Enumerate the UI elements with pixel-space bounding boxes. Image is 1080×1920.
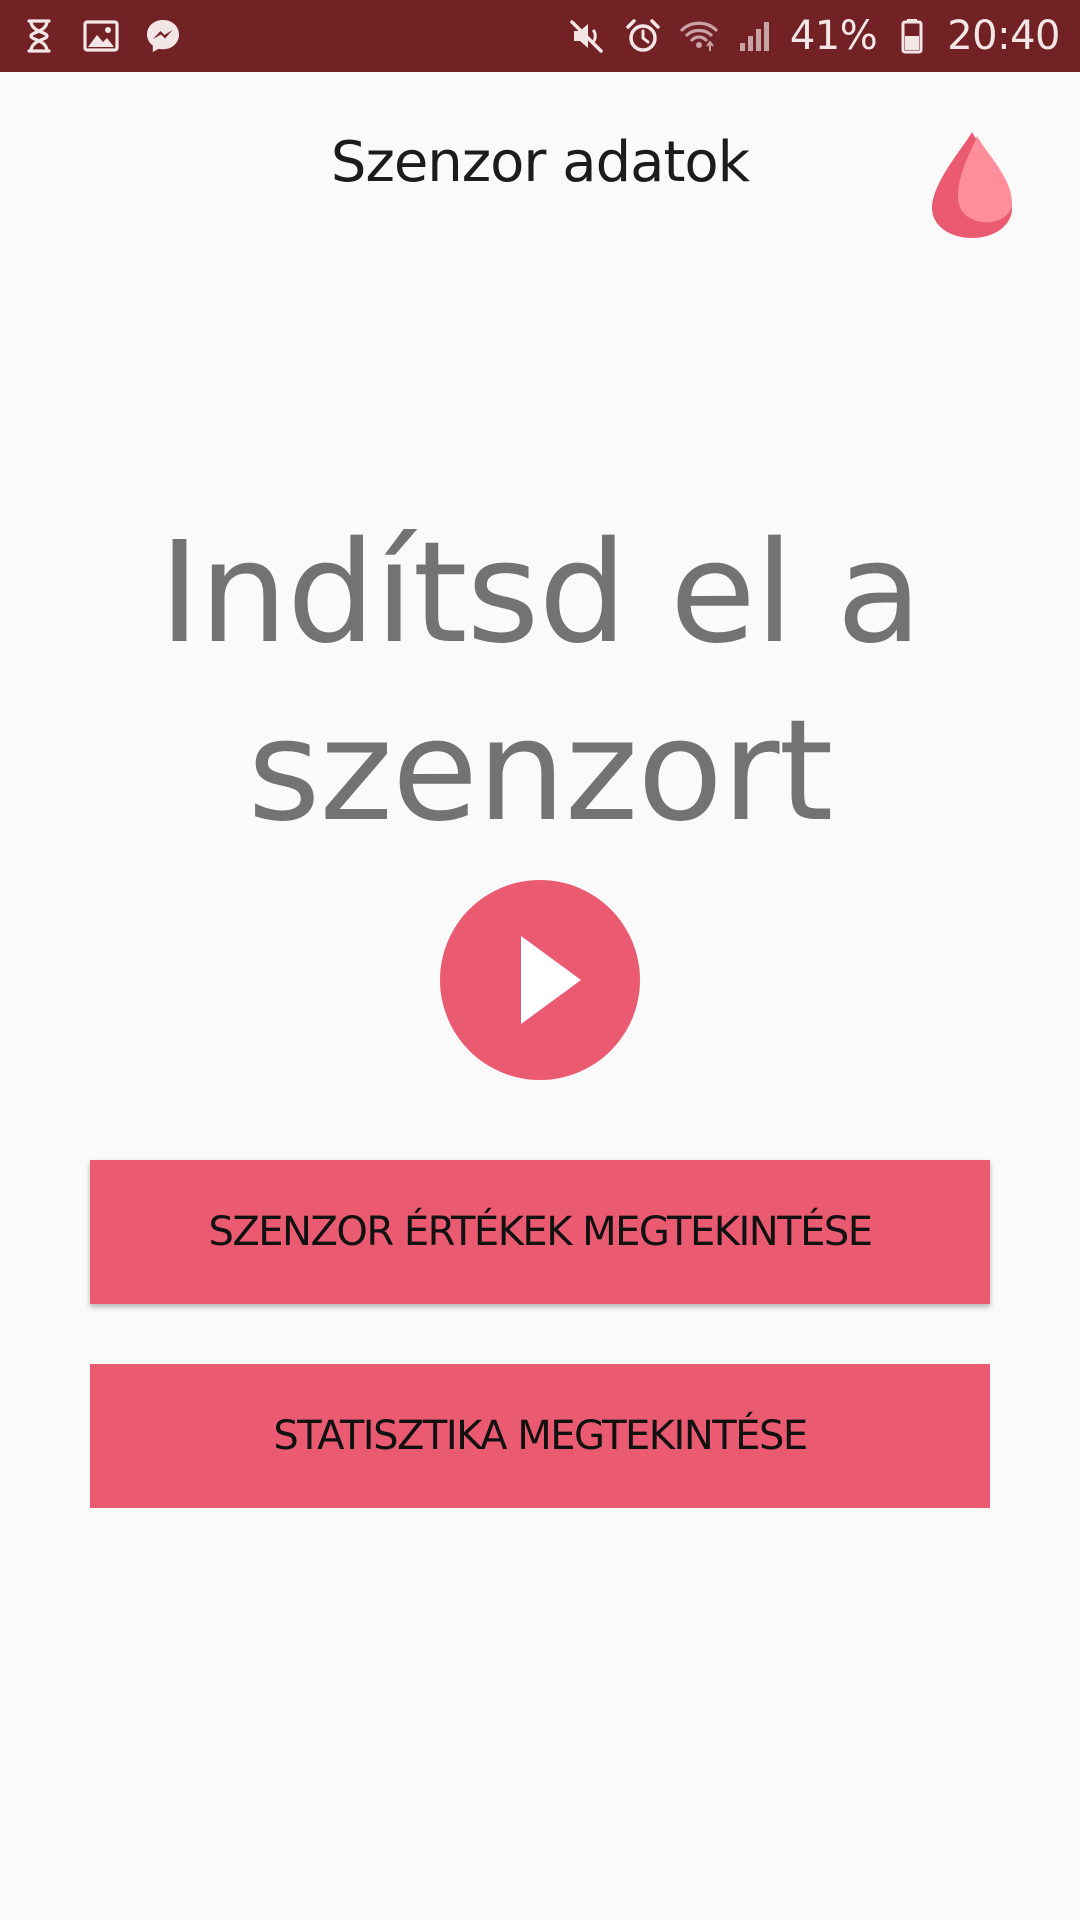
messenger-icon bbox=[142, 15, 184, 57]
view-statistics-label: STATISZTIKA MEGTEKINTÉSE bbox=[273, 1413, 808, 1459]
wifi-icon bbox=[678, 15, 720, 57]
system-icons: 41% 20:40 bbox=[566, 0, 1060, 72]
play-icon bbox=[521, 936, 581, 1024]
view-statistics-button[interactable]: STATISZTIKA MEGTEKINTÉSE bbox=[90, 1364, 990, 1508]
view-sensor-values-label: SZENZOR ÉRTÉKEK MEGTEKINTÉSE bbox=[208, 1209, 873, 1255]
view-sensor-values-button[interactable]: SZENZOR ÉRTÉKEK MEGTEKINTÉSE bbox=[90, 1160, 990, 1304]
start-sensor-button[interactable] bbox=[440, 880, 640, 1080]
headline-line-2: szenzort bbox=[247, 690, 834, 853]
alarm-icon bbox=[622, 15, 664, 57]
page-title: Szenzor adatok bbox=[330, 130, 750, 195]
gallery-icon bbox=[80, 15, 122, 57]
hourglass-icon bbox=[18, 15, 60, 57]
notification-icons bbox=[18, 0, 184, 72]
signal-icon bbox=[734, 15, 776, 57]
mute-icon bbox=[566, 15, 608, 57]
battery-icon bbox=[891, 15, 933, 57]
clock: 20:40 bbox=[947, 13, 1060, 59]
blood-drop-icon bbox=[930, 130, 1014, 240]
headline-line-1: Indítsd el a bbox=[158, 512, 922, 675]
status-bar: 41% 20:40 bbox=[0, 0, 1080, 72]
start-sensor-headline: Indítsd el a szenzort bbox=[60, 505, 1020, 861]
app-screen: 41% 20:40 Szenzor adatok Indítsd el a sz… bbox=[0, 0, 1080, 1920]
battery-percentage: 41% bbox=[789, 13, 878, 59]
